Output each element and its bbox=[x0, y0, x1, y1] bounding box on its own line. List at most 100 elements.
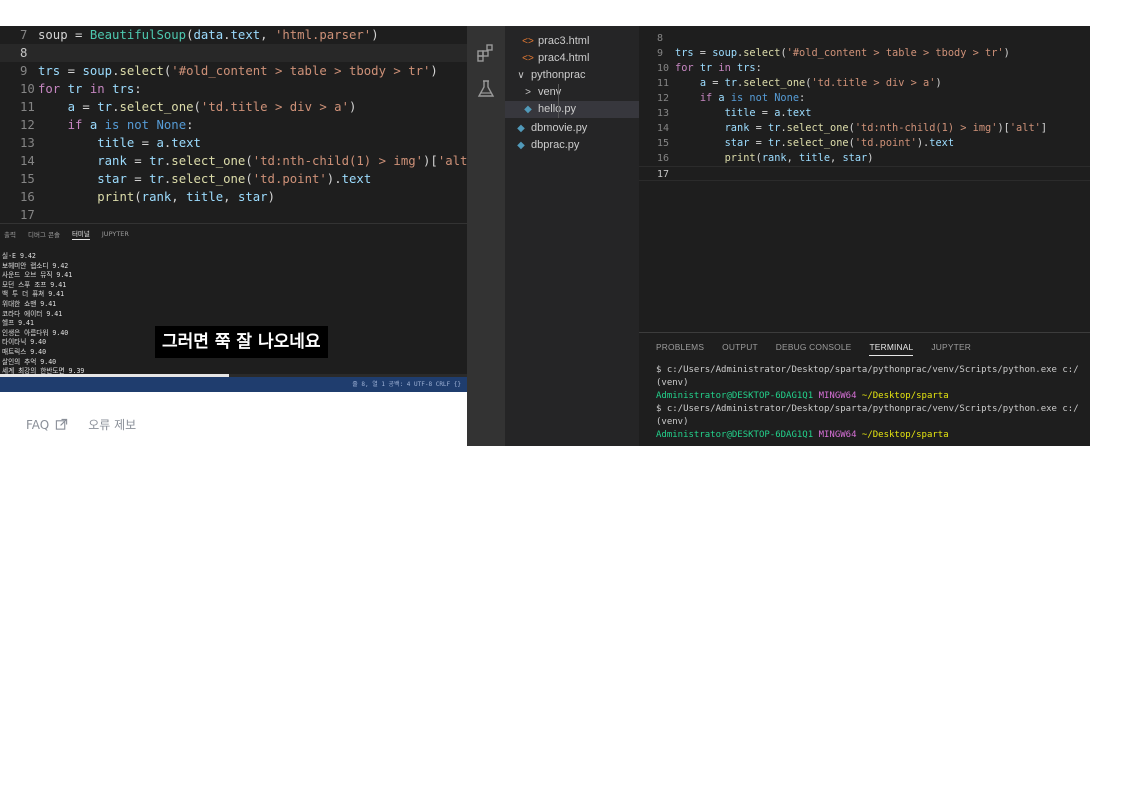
line-number: 9 bbox=[657, 48, 664, 59]
code-token: is not bbox=[104, 118, 150, 132]
code-token: select_one bbox=[786, 122, 849, 134]
explorer-item[interactable]: <> prac3.html bbox=[505, 33, 589, 50]
html-icon: <> bbox=[522, 36, 534, 47]
prompt-path: ~/Desktop/sparta bbox=[861, 430, 949, 440]
code-token: title bbox=[97, 136, 135, 150]
terminal-line: 사운드 오브 뮤직 9.41 bbox=[2, 271, 73, 280]
prompt-host: MINGW64 bbox=[818, 430, 857, 440]
code-token: ). bbox=[916, 137, 930, 149]
line-number: 10 bbox=[657, 63, 670, 74]
explorer-item[interactable]: ◆ dbmovie.py bbox=[505, 120, 587, 137]
code-token: 'td.title > div > a' bbox=[200, 100, 349, 114]
explorer-item[interactable]: ∨ pythonprac bbox=[505, 67, 585, 84]
code-token: select bbox=[743, 47, 781, 59]
chevron-down-icon: ∨ bbox=[517, 70, 525, 81]
code-line: 12 if a is not None: bbox=[639, 91, 1090, 106]
code-token: rank bbox=[724, 122, 750, 134]
left-terminal-output: 실-E 9.42 보헤미안 랩소디 9.42 사운드 오브 뮤직 9.41 모던 스푸… bbox=[0, 244, 467, 386]
code-token: : bbox=[134, 82, 142, 96]
code-token: soup bbox=[82, 64, 113, 78]
code-token: ] bbox=[1040, 122, 1048, 134]
code-line: 8 bbox=[0, 44, 467, 62]
panel-tab[interactable]: OUTPUT bbox=[722, 342, 758, 352]
python-icon: ◆ bbox=[524, 104, 532, 115]
terminal-line: 보헤미안 랩소디 9.42 bbox=[2, 261, 69, 270]
code-token: 'td.point' bbox=[854, 137, 917, 149]
code-token: ( bbox=[193, 100, 201, 114]
left-panel-tab[interactable]: 터미널 bbox=[71, 228, 90, 240]
code-token: in bbox=[89, 82, 105, 96]
code-token: text bbox=[341, 172, 372, 186]
terminal-line: Administrator@DESKTOP-6DAG1Q1 MINGW64 ~/… bbox=[656, 390, 1090, 403]
code-token: soup = bbox=[38, 28, 90, 42]
left-panel-tab[interactable]: 디버그 콘솔 bbox=[28, 229, 60, 239]
code-token: '#old_content > table > tbody > tr' bbox=[786, 47, 1004, 59]
panel-tab[interactable]: TERMINAL bbox=[869, 342, 914, 356]
code-line: 11 a = tr.select_one('td.title > div > a… bbox=[639, 76, 1090, 91]
code-token: : bbox=[186, 118, 194, 132]
code-token: = bbox=[749, 122, 769, 134]
terminal-line: 코라다 에이터 9.41 bbox=[2, 309, 63, 318]
left-code-editor: 7 soup = BeautifulSoup(data.text, 'html.p… bbox=[0, 26, 467, 222]
line-number: 7 bbox=[20, 28, 28, 42]
code-token: trs bbox=[112, 82, 135, 96]
code-token: star bbox=[724, 137, 750, 149]
html-icon: <> bbox=[522, 53, 534, 64]
faq-link[interactable]: FAQ bbox=[26, 418, 49, 432]
explorer-item[interactable]: ◆ hello.py bbox=[505, 101, 639, 118]
line-number: 13 bbox=[20, 136, 35, 150]
code-line: 14 rank = tr.select_one('td:nth-child(1)… bbox=[639, 121, 1090, 136]
line-number: 16 bbox=[657, 153, 670, 164]
code-token: trs bbox=[38, 64, 61, 78]
lecture-video-frame[interactable]: 7 soup = BeautifulSoup(data.text, 'html.p… bbox=[0, 26, 467, 392]
extensions-icon[interactable] bbox=[476, 43, 496, 63]
video-subtitle: 그러면 쭉 잘 나오네요 bbox=[155, 326, 328, 358]
code-line: 8 bbox=[639, 31, 1090, 46]
code-token: = bbox=[60, 64, 83, 78]
explorer-item[interactable]: <> prac4.html bbox=[505, 50, 589, 67]
left-panel-tab[interactable]: JUPYTER bbox=[102, 230, 129, 238]
explorer-item-label: pythonprac bbox=[528, 69, 586, 81]
code-token: '#old_content > table > tbody > tr' bbox=[171, 64, 431, 78]
code-line: 15 star = tr.select_one('td.point').text bbox=[0, 170, 467, 188]
line-number: 12 bbox=[657, 93, 670, 104]
testing-flask-icon[interactable] bbox=[476, 79, 496, 99]
terminal-line: 실-E 9.42 bbox=[2, 252, 36, 260]
code-token: text bbox=[230, 28, 261, 42]
python-icon: ◆ bbox=[517, 140, 525, 151]
file-explorer: <> prac3.html <> prac4.html ∨ pythonprac > … bbox=[505, 26, 639, 446]
code-token: None bbox=[774, 92, 800, 104]
code-token: select_one bbox=[119, 100, 194, 114]
code-token: ) bbox=[267, 190, 275, 204]
left-panel-tabs: 출력 디버그 콘솔 터미널 JUPYTER bbox=[0, 224, 467, 244]
code-token: )[ bbox=[997, 122, 1010, 134]
code-token: , bbox=[786, 152, 800, 164]
code-token: print bbox=[97, 190, 135, 204]
terminal-output[interactable]: $ c:/Users/Administrator/Desktop/sparta/… bbox=[639, 361, 1090, 442]
line-number: 17 bbox=[20, 208, 35, 222]
left-panel-tab[interactable]: 출력 bbox=[4, 229, 16, 239]
code-line: 15 star = tr.select_one('td.point').text bbox=[639, 136, 1090, 151]
line-number: 11 bbox=[20, 100, 35, 114]
chevron-right-icon: > bbox=[525, 87, 531, 98]
code-token: tr bbox=[97, 100, 113, 114]
code-token: select bbox=[119, 64, 164, 78]
code-line: 17 bbox=[639, 166, 1090, 181]
explorer-item[interactable]: ◆ dbprac.py bbox=[505, 137, 579, 154]
code-editor[interactable]: 8 9 trs = soup.select('#old_content > tabl… bbox=[639, 26, 1090, 332]
code-token: , bbox=[830, 152, 843, 164]
explorer-item[interactable]: > venv bbox=[505, 84, 561, 101]
panel-tab[interactable]: DEBUG CONSOLE bbox=[776, 342, 852, 352]
line-number: 17 bbox=[657, 169, 670, 180]
code-token: . bbox=[223, 28, 231, 42]
panel-tab[interactable]: PROBLEMS bbox=[656, 342, 704, 352]
error-report-link[interactable]: 오류 제보 bbox=[88, 416, 136, 433]
panel-tab[interactable]: JUPYTER bbox=[931, 342, 971, 352]
code-token: trs bbox=[737, 62, 756, 74]
code-token: tr bbox=[768, 122, 781, 134]
code-token: if bbox=[67, 118, 83, 132]
